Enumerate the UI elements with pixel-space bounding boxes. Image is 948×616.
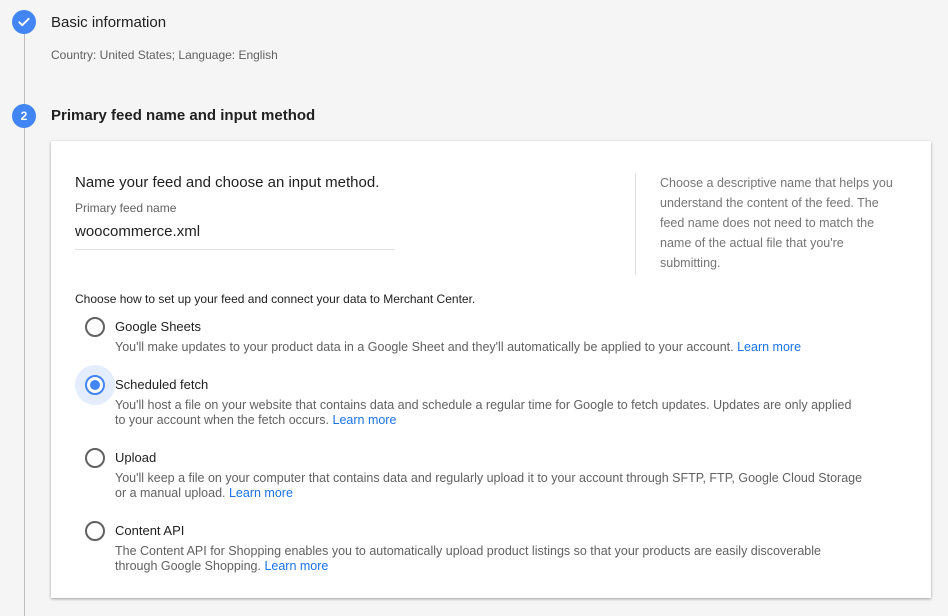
feed-name-underline [75, 249, 395, 250]
option-description: The Content API for Shopping enables you… [115, 544, 821, 573]
feed-settings-card: Name your feed and choose an input metho… [51, 141, 931, 598]
input-method-prompt: Choose how to set up your feed and conne… [75, 292, 476, 306]
step-1-subtitle: Country: United States; Language: Englis… [51, 48, 278, 62]
option-description: You'll keep a file on your computer that… [115, 471, 863, 500]
learn-more-link[interactable]: Learn more [264, 559, 328, 573]
option-label[interactable]: Content API [115, 523, 184, 538]
radio-scheduled-fetch[interactable] [75, 365, 115, 405]
option-description: You'll make updates to your product data… [115, 340, 802, 354]
step-1-title[interactable]: Basic information [51, 14, 166, 31]
step-2-title: Primary feed name and input method [51, 107, 316, 124]
radio-content-api[interactable] [75, 511, 115, 551]
learn-more-link[interactable]: Learn more [229, 486, 293, 500]
radio-upload[interactable] [75, 438, 115, 478]
step-2-number-badge: 2 [12, 104, 36, 128]
option-label[interactable]: Upload [115, 450, 156, 465]
feed-name-label: Primary feed name [75, 201, 177, 215]
help-text: Choose a descriptive name that helps you… [660, 176, 893, 270]
card-heading: Name your feed and choose an input metho… [75, 174, 380, 191]
learn-more-link[interactable]: Learn more [333, 413, 397, 427]
learn-more-link[interactable]: Learn more [737, 340, 801, 354]
option-description: You'll host a file on your website that … [115, 398, 852, 427]
help-divider [635, 173, 636, 275]
check-icon [12, 10, 36, 34]
radio-google-sheets[interactable] [75, 307, 115, 347]
feed-name-input[interactable] [75, 223, 395, 240]
option-label[interactable]: Scheduled fetch [115, 377, 208, 392]
option-label[interactable]: Google Sheets [115, 319, 201, 334]
